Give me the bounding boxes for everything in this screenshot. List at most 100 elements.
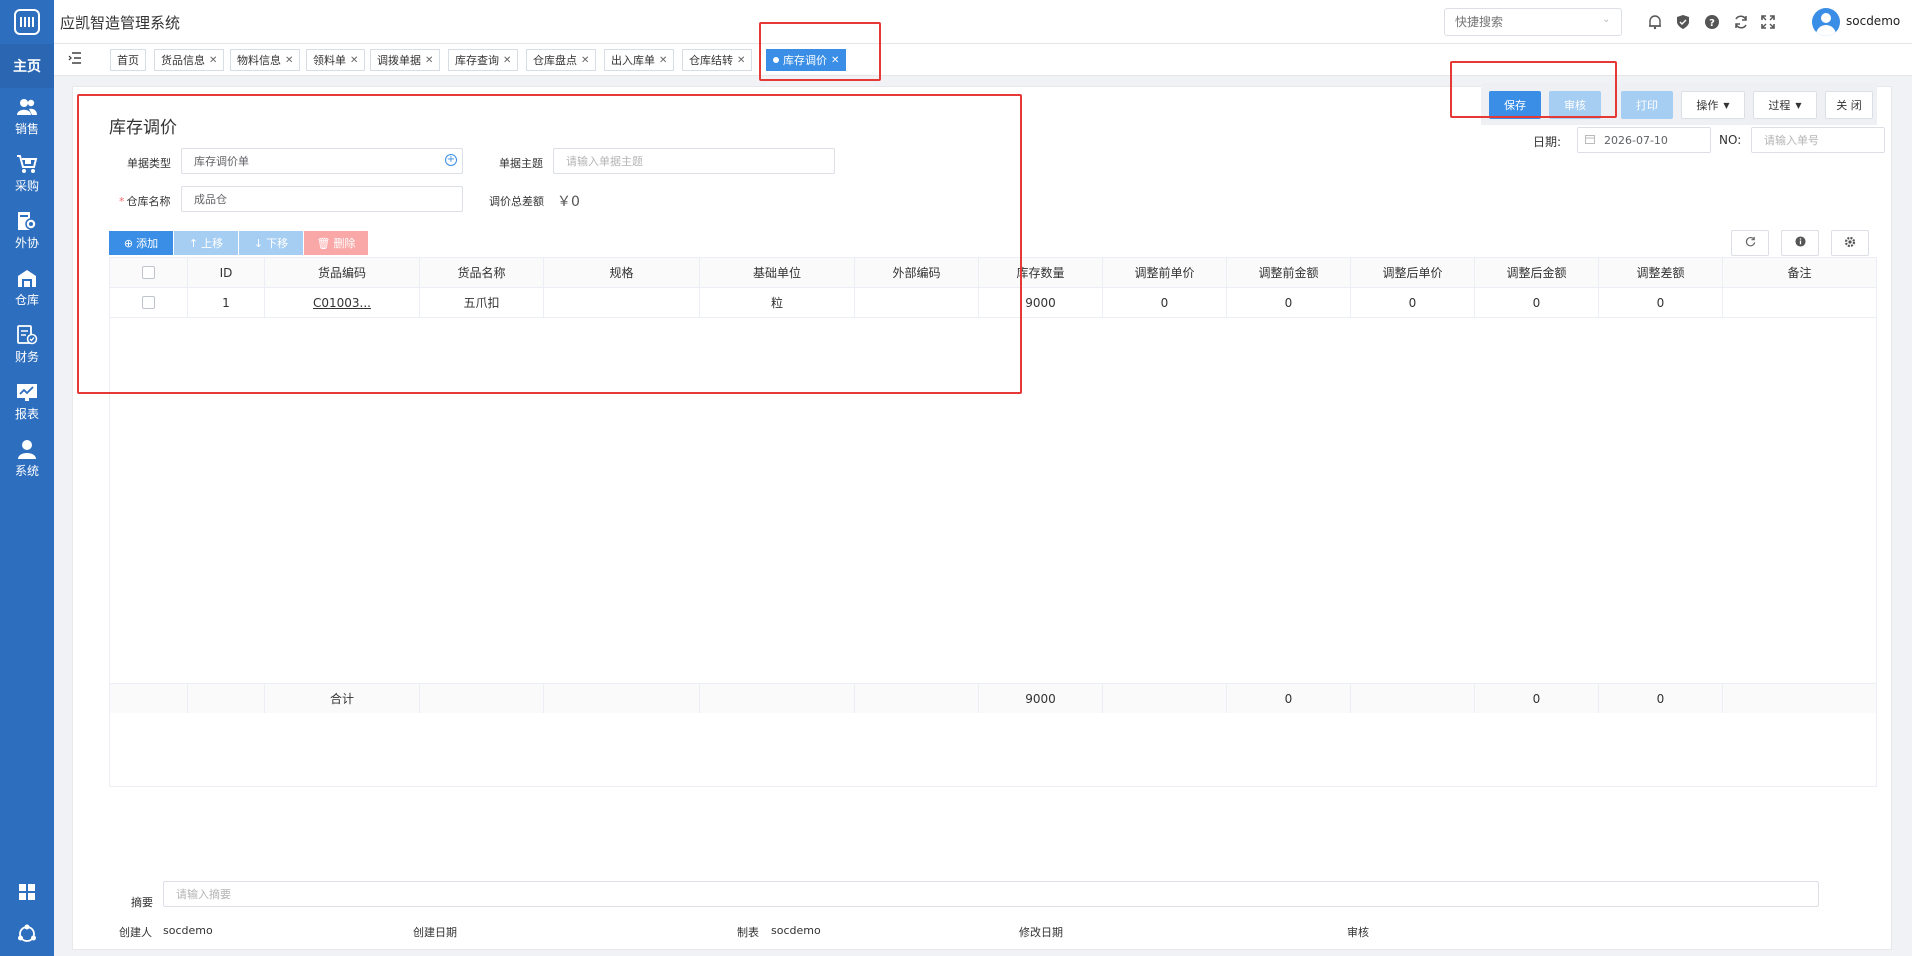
- column-header[interactable]: 货品名称: [420, 258, 544, 287]
- refresh-icon[interactable]: [1732, 13, 1750, 31]
- tab-label: 仓库结转: [689, 54, 733, 67]
- close-icon[interactable]: ✕: [581, 55, 589, 66]
- save-button[interactable]: 保存: [1489, 91, 1541, 119]
- column-header[interactable]: 调整前单价: [1103, 258, 1227, 287]
- sidebar-item-warehouse[interactable]: 仓库: [0, 259, 54, 316]
- creator-value: socdemo: [163, 924, 213, 937]
- tab-inout-order[interactable]: 出入库单 ✕: [604, 49, 675, 71]
- menu-toggle-icon[interactable]: [68, 52, 82, 66]
- subject-field[interactable]: [553, 148, 835, 174]
- sidebar-item-finance[interactable]: 财务: [0, 316, 54, 373]
- plus-circle-icon[interactable]: +: [445, 154, 457, 166]
- tab-goods-info[interactable]: 货品信息 ✕: [154, 49, 225, 71]
- column-header[interactable]: 基础单位: [700, 258, 855, 287]
- tab-home[interactable]: 首页: [110, 49, 146, 71]
- total-cell: [1103, 684, 1227, 713]
- tab-stocktaking[interactable]: 仓库盘点 ✕: [526, 49, 597, 71]
- process-dropdown[interactable]: 过程 ▼: [1753, 91, 1817, 119]
- chevron-down-icon: ⌄: [1602, 14, 1611, 25]
- total-label: 合计: [265, 684, 420, 713]
- sidebar-item-purchase[interactable]: 采购: [0, 145, 54, 202]
- move-down-button[interactable]: ↓ 下移: [239, 231, 303, 255]
- operate-dropdown[interactable]: 操作 ▼: [1681, 91, 1745, 119]
- active-dot-icon: [773, 57, 779, 63]
- help-icon[interactable]: ?: [1703, 13, 1721, 31]
- doc-type-field[interactable]: [181, 148, 463, 174]
- process-label: 过程: [1768, 99, 1791, 112]
- tab-material-requisition[interactable]: 领料单 ✕: [306, 49, 366, 71]
- column-header[interactable]: 库存数量: [979, 258, 1103, 287]
- total-amount-before: 0: [1227, 684, 1351, 713]
- column-header[interactable]: 外部编码: [855, 258, 979, 287]
- tab-material-info[interactable]: 物料信息 ✕: [230, 49, 301, 71]
- delete-row-button[interactable]: 🗑 删除: [304, 231, 368, 255]
- tab-warehouse-carryover[interactable]: 仓库结转 ✕: [682, 49, 753, 71]
- table-refresh-button[interactable]: [1731, 230, 1769, 256]
- close-icon[interactable]: ✕: [503, 55, 511, 66]
- doc-number-field[interactable]: [1751, 127, 1885, 153]
- gear-icon: [1844, 236, 1856, 251]
- table-row[interactable]: 1 C01003... 五爪扣 粒 9000 0 0 0 0 0: [110, 288, 1876, 318]
- close-icon[interactable]: ✕: [831, 55, 839, 66]
- table-settings-button[interactable]: [1831, 230, 1869, 256]
- sidebar-item-system[interactable]: 系统: [0, 430, 54, 487]
- sidebar-item-reports[interactable]: 报表: [0, 373, 54, 430]
- cell-goods-name: 五爪扣: [420, 288, 544, 317]
- table-total-row: 合计 9000 0 0 0: [110, 683, 1876, 713]
- close-icon[interactable]: ✕: [285, 55, 293, 66]
- close-icon[interactable]: ✕: [350, 55, 358, 66]
- column-header[interactable]: 调整后金额: [1475, 258, 1599, 287]
- tab-stock-price-adjust[interactable]: 库存调价 ✕: [766, 49, 847, 71]
- cell-price-after[interactable]: 0: [1351, 288, 1475, 317]
- close-icon[interactable]: ✕: [425, 55, 433, 66]
- row-checkbox[interactable]: [142, 296, 155, 309]
- memo-field[interactable]: [163, 881, 1819, 907]
- warehouse-field[interactable]: [181, 186, 463, 212]
- column-header[interactable]: ID: [188, 258, 265, 287]
- shield-icon[interactable]: [1674, 13, 1692, 31]
- tab-stock-query[interactable]: 库存查询 ✕: [448, 49, 519, 71]
- no-label: NO:: [1719, 133, 1742, 147]
- avatar[interactable]: [1812, 8, 1840, 36]
- sidebar-label: 仓库: [14, 292, 39, 307]
- cell-price-before[interactable]: 0: [1103, 288, 1227, 317]
- bell-icon[interactable]: [1646, 13, 1664, 31]
- arrow-up-icon: ↑: [188, 236, 199, 250]
- tab-transfer-order[interactable]: 调拨单据 ✕: [370, 49, 441, 71]
- select-all-checkbox[interactable]: [142, 266, 155, 279]
- quick-search-input[interactable]: [1444, 8, 1622, 36]
- close-icon[interactable]: ✕: [209, 55, 217, 66]
- sidebar-item-home[interactable]: 主页: [0, 44, 54, 88]
- column-header[interactable]: 调整差额: [1599, 258, 1723, 287]
- fullscreen-icon[interactable]: [1759, 13, 1777, 31]
- cell-remark[interactable]: [1723, 288, 1876, 317]
- column-header[interactable]: 调整前金额: [1227, 258, 1351, 287]
- cell-adjust-diff: 0: [1599, 288, 1723, 317]
- move-up-button[interactable]: ↑ 上移: [174, 231, 238, 255]
- username[interactable]: socdemo: [1846, 14, 1900, 28]
- sidebar-item-sales[interactable]: 销售: [0, 88, 54, 145]
- print-button[interactable]: 打印: [1621, 91, 1673, 119]
- cell-id: 1: [188, 288, 265, 317]
- close-icon[interactable]: ✕: [737, 55, 745, 66]
- column-header[interactable]: 备注: [1723, 258, 1876, 287]
- close-icon[interactable]: ✕: [659, 55, 667, 66]
- close-button[interactable]: 关 闭: [1825, 91, 1873, 119]
- column-header[interactable]: 调整后单价: [1351, 258, 1475, 287]
- network-icon[interactable]: [0, 912, 54, 956]
- add-row-button[interactable]: ⊕ 添加: [109, 231, 173, 255]
- table-info-button[interactable]: [1781, 230, 1819, 256]
- diff-total-value: ￥0: [557, 194, 580, 210]
- audit-button[interactable]: 审核: [1549, 91, 1601, 119]
- sidebar: 主页 销售 采购 外协 仓库 财务 报表 系统: [0, 0, 54, 956]
- sidebar-item-outsource[interactable]: 外协: [0, 202, 54, 259]
- cell-goods-code-link[interactable]: C01003...: [265, 288, 420, 317]
- cart-icon: [16, 154, 38, 174]
- trash-icon: 🗑: [316, 236, 331, 250]
- tab-label: 调拨单据: [377, 54, 421, 67]
- column-header[interactable]: 货品编码: [265, 258, 420, 287]
- apps-grid-icon[interactable]: [0, 872, 54, 912]
- column-header[interactable]: 规格: [544, 258, 700, 287]
- date-field[interactable]: [1577, 127, 1711, 153]
- audit-label: 审核: [1347, 926, 1369, 939]
